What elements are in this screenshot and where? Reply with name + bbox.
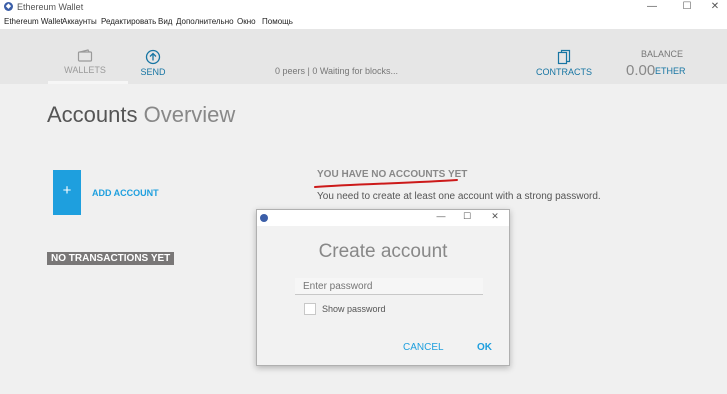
add-account-button[interactable]: + [53,170,81,215]
window-titlebar: ◆ Ethereum Wallet — ☐ ✕ [0,0,727,14]
maximize-icon[interactable]: ☐ [675,0,699,14]
minimize-icon[interactable]: — [640,0,664,14]
send-arrow-icon [145,49,161,65]
menu-item-help[interactable]: Помощь [262,17,293,26]
app-header: WALLETS SEND 0 peers | 0 Waiting for blo… [0,29,727,84]
contracts-tab[interactable]: CONTRACTS [534,49,594,77]
menu-item-window[interactable]: Окно [237,17,256,26]
dialog-titlebar: — ☐ ✕ [257,210,509,226]
page-title-light: Overview [143,102,236,127]
show-password-checkbox[interactable] [304,303,316,315]
wallet-icon [77,49,93,62]
balance-unit[interactable]: ETHER [655,66,686,76]
menu-item-ethereum-wallet[interactable]: Ethereum Wallet [4,17,63,26]
dialog-close-icon[interactable]: ✕ [485,211,505,222]
contracts-label: CONTRACTS [536,67,592,77]
cancel-button[interactable]: CANCEL [403,342,444,353]
ethereum-app-icon [260,214,268,222]
ok-button[interactable]: OK [477,342,492,353]
add-account-label[interactable]: ADD ACCOUNT [92,188,159,198]
balance-label: BALANCE [641,49,684,59]
balance-amount: 0.00 [626,62,656,79]
page-title: Accounts Overview [47,102,235,128]
show-password-label[interactable]: Show password [322,304,386,314]
menu-item-view[interactable]: Вид [158,17,172,26]
no-transactions-badge: NO TRANSACTIONS YET [47,252,175,265]
menu-item-advanced[interactable]: Дополнительно [176,17,234,26]
ethereum-app-icon: ◆ [4,2,13,11]
send-label: SEND [140,67,166,77]
send-tab[interactable]: SEND [133,49,173,77]
active-tab-indicator [48,81,128,84]
network-status-text: 0 peers | 0 Waiting for blocks... [275,66,399,76]
close-icon[interactable]: ✕ [703,0,727,14]
contracts-document-icon [557,49,571,65]
menu-item-edit[interactable]: Редактировать [101,17,156,26]
password-input[interactable] [295,278,483,295]
create-account-dialog: — ☐ ✕ Create account Show password CANCE… [256,209,510,366]
menu-item-accounts[interactable]: Аккаунты [62,17,97,26]
dialog-title: Create account [318,241,448,262]
dialog-minimize-icon[interactable]: — [431,211,451,221]
red-underline-annotation [314,179,458,188]
wallets-label: WALLETS [64,65,106,75]
window-title: Ethereum Wallet [17,2,84,12]
page-title-strong: Accounts [47,102,138,127]
menu-bar: Ethereum Wallet Аккаунты Редактировать В… [0,14,727,29]
dialog-maximize-icon[interactable]: ☐ [457,211,477,222]
create-account-hint: You need to create at least one account … [317,191,601,202]
wallets-tab[interactable]: WALLETS [60,49,110,75]
sync-status: 0 peers | 0 Waiting for blocks... [275,66,398,76]
